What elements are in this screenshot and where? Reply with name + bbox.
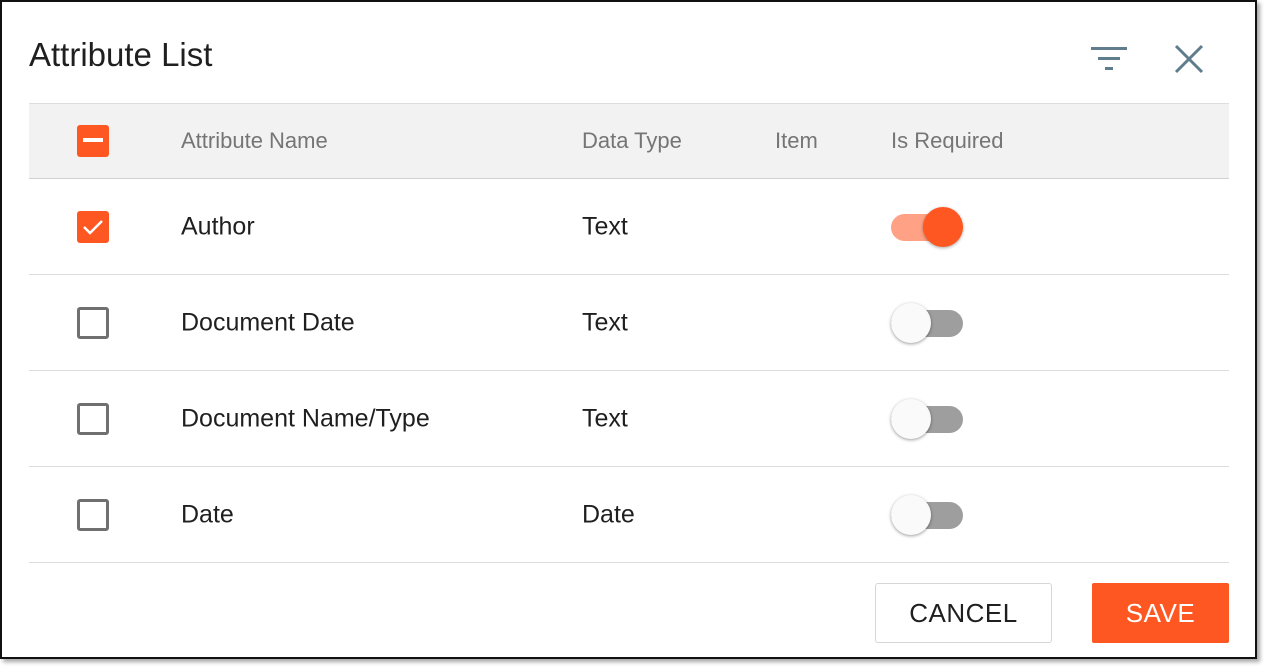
select-all-cell: [77, 125, 109, 157]
attribute-name: Document Name/Type: [181, 404, 430, 432]
row-cell-required: [891, 494, 965, 535]
attribute-list-dialog: Attribute List Attribute Name Data Type: [0, 0, 1257, 659]
row-checkbox[interactable]: [77, 498, 109, 531]
save-button[interactable]: SAVE: [1092, 583, 1229, 643]
row-check-cell: [77, 498, 109, 531]
toggle-thumb: [891, 494, 931, 535]
required-toggle[interactable]: [891, 206, 965, 247]
column-header-item[interactable]: Item: [775, 128, 818, 154]
row-checkbox[interactable]: [77, 306, 109, 339]
cancel-button[interactable]: CANCEL: [875, 583, 1052, 643]
column-header-data-type[interactable]: Data Type: [582, 128, 682, 154]
close-icon: [1174, 44, 1204, 74]
attribute-name: Author: [181, 212, 255, 240]
filter-icon: [1091, 47, 1127, 70]
data-type: Text: [582, 212, 628, 240]
minus-icon: [83, 138, 103, 142]
table-row: Document Name/Type Text: [29, 371, 1229, 467]
table-header: Attribute Name Data Type Item Is Require…: [29, 103, 1229, 179]
row-check-cell: [77, 306, 109, 339]
toggle-thumb: [923, 206, 963, 247]
data-type: Date: [582, 500, 635, 528]
filter-button[interactable]: [1085, 35, 1133, 83]
required-toggle[interactable]: [891, 494, 965, 535]
row-check-cell: [77, 210, 109, 243]
close-button[interactable]: [1165, 35, 1213, 83]
column-header-is-required[interactable]: Is Required: [891, 128, 1004, 154]
row-cell-required: [891, 302, 965, 343]
table-row: Date Date: [29, 467, 1229, 563]
column-header-attribute-name[interactable]: Attribute Name: [181, 128, 328, 154]
required-toggle[interactable]: [891, 398, 965, 439]
data-type: Text: [582, 308, 628, 336]
attribute-table: Attribute Name Data Type Item Is Require…: [29, 103, 1229, 563]
row-checkbox[interactable]: [77, 210, 109, 243]
data-type: Text: [582, 404, 628, 432]
row-cell-required: [891, 206, 965, 247]
row-cell-required: [891, 398, 965, 439]
attribute-name: Date: [181, 500, 234, 528]
attribute-name: Document Date: [181, 308, 355, 336]
checkmark-icon: [83, 219, 103, 235]
select-all-checkbox[interactable]: [77, 125, 109, 157]
dialog-title: Attribute List: [29, 36, 213, 73]
row-check-cell: [77, 402, 109, 435]
table-row: Author Text: [29, 179, 1229, 275]
row-checkbox[interactable]: [77, 402, 109, 435]
table-row: Document Date Text: [29, 275, 1229, 371]
required-toggle[interactable]: [891, 302, 965, 343]
toggle-thumb: [891, 302, 931, 343]
toggle-thumb: [891, 398, 931, 439]
